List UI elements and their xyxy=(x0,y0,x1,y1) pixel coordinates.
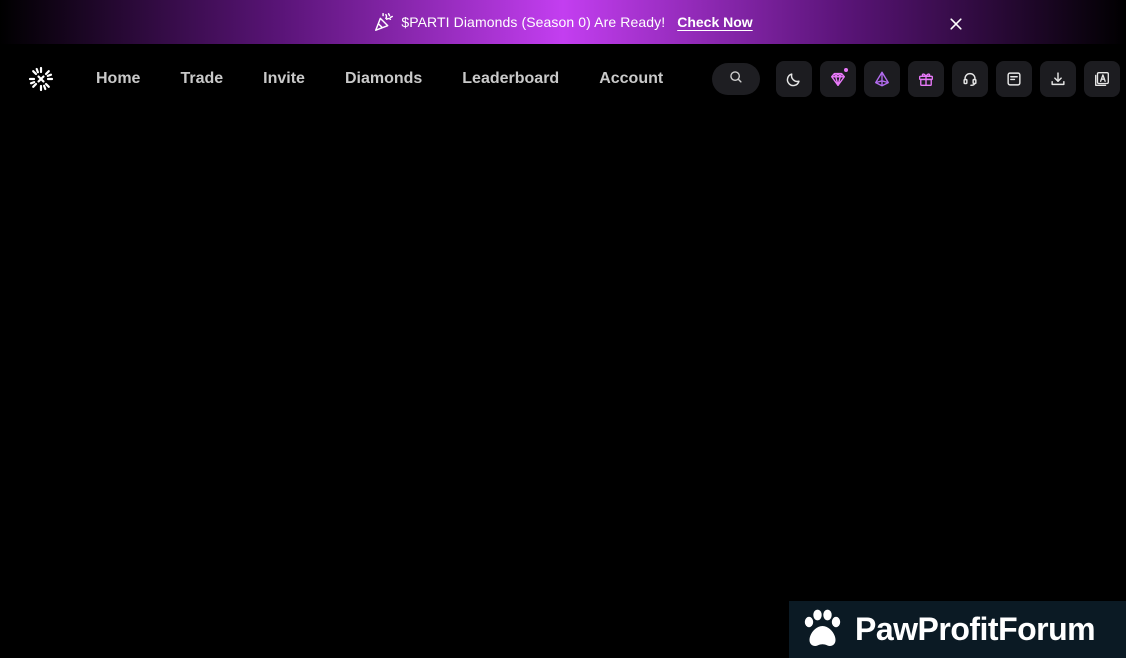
download-icon xyxy=(1051,72,1065,86)
main-nav: Home Trade Invite Diamonds Leaderboard A… xyxy=(96,44,663,114)
crystal-icon xyxy=(875,71,889,87)
top-navbar: Home Trade Invite Diamonds Leaderboard A… xyxy=(0,44,1126,114)
notes-button[interactable] xyxy=(996,61,1032,97)
watermark: PawProfitForum xyxy=(789,601,1126,658)
notes-icon xyxy=(1007,72,1021,86)
toolbar-buttons xyxy=(776,61,1120,97)
particle-logo-icon[interactable] xyxy=(28,66,54,92)
language-button[interactable] xyxy=(1084,61,1120,97)
nav-leaderboard[interactable]: Leaderboard xyxy=(462,70,559,88)
translate-icon xyxy=(1095,72,1109,86)
gift-button[interactable] xyxy=(908,61,944,97)
paw-icon xyxy=(799,607,845,653)
banner-content: $PARTI Diamonds (Season 0) Are Ready! Ch… xyxy=(373,11,753,33)
diamonds-button[interactable] xyxy=(820,61,856,97)
check-now-link[interactable]: Check Now xyxy=(677,14,752,30)
crystal-button[interactable] xyxy=(864,61,900,97)
nav-trade[interactable]: Trade xyxy=(180,70,223,88)
headset-icon xyxy=(963,72,977,87)
nav-account[interactable]: Account xyxy=(599,70,663,88)
nav-home[interactable]: Home xyxy=(96,70,140,88)
party-popper-icon xyxy=(373,11,395,33)
search-icon xyxy=(729,70,743,89)
moon-icon xyxy=(786,73,800,87)
search-button[interactable] xyxy=(712,63,760,95)
close-icon[interactable] xyxy=(946,14,966,34)
theme-toggle-button[interactable] xyxy=(776,61,812,97)
support-button[interactable] xyxy=(952,61,988,97)
notification-dot xyxy=(844,68,848,72)
diamond-icon xyxy=(830,72,846,87)
download-button[interactable] xyxy=(1040,61,1076,97)
announcement-banner: $PARTI Diamonds (Season 0) Are Ready! Ch… xyxy=(0,0,1126,44)
nav-invite[interactable]: Invite xyxy=(263,70,305,88)
banner-message: $PARTI Diamonds (Season 0) Are Ready! xyxy=(401,14,666,30)
nav-diamonds[interactable]: Diamonds xyxy=(345,70,422,88)
watermark-text: PawProfitForum xyxy=(855,611,1096,647)
gift-icon xyxy=(919,73,933,86)
